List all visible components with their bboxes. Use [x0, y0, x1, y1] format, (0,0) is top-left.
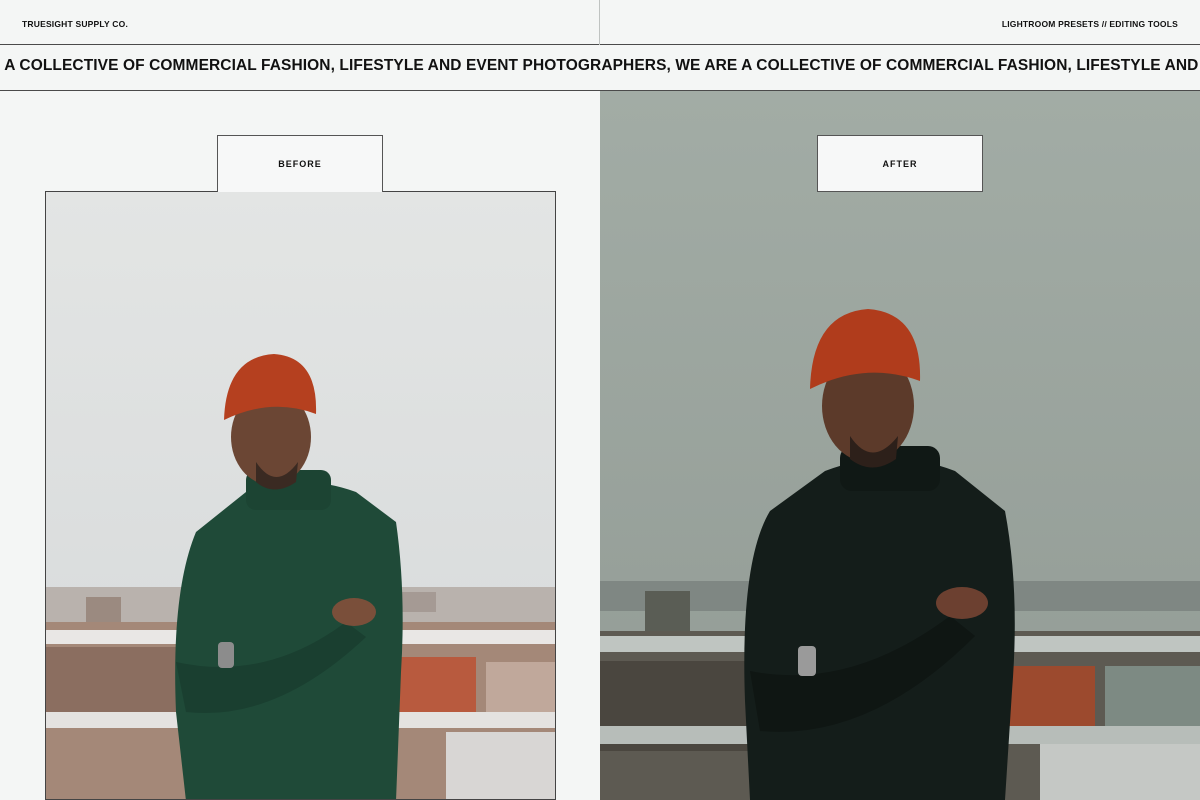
after-panel: AFTER — [600, 91, 1200, 800]
top-bar: TRUESIGHT SUPPLY CO. LIGHTROOM PRESETS /… — [0, 0, 1200, 45]
before-label: BEFORE — [217, 135, 383, 192]
before-panel: BEFORE — [0, 91, 600, 800]
marquee-ticker: E A COLLECTIVE OF COMMERCIAL FASHION, LI… — [0, 45, 1200, 91]
product-category: LIGHTROOM PRESETS // EDITING TOOLS — [1001, 19, 1178, 29]
ticker-text: E A COLLECTIVE OF COMMERCIAL FASHION, LI… — [0, 57, 1200, 74]
before-photo — [45, 191, 556, 800]
header-divider — [599, 0, 600, 45]
after-photo — [600, 91, 1200, 800]
after-label: AFTER — [817, 135, 983, 192]
brand-name: TRUESIGHT SUPPLY CO. — [22, 19, 129, 29]
before-photo-illustration — [46, 192, 555, 799]
